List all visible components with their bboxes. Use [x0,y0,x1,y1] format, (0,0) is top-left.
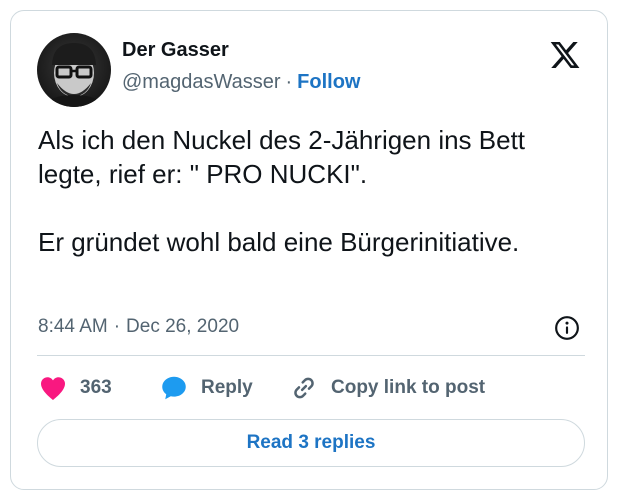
copy-link-button[interactable]: Copy link to post [289,373,485,403]
timestamp[interactable]: 8:44 AM · Dec 26, 2020 [38,316,239,338]
like-count: 363 [80,377,112,398]
heart-icon [41,377,65,400]
divider [37,355,585,356]
tweet-date: Dec 26, 2020 [126,316,240,337]
link-icon [294,377,314,399]
handle-separator: · [285,71,293,93]
speech-bubble-icon [162,376,186,400]
like-button[interactable]: 363 [38,373,112,403]
x-logo-icon[interactable] [549,39,581,71]
read-replies-button[interactable]: Read 3 replies [37,419,585,467]
follow-button[interactable]: Follow [297,71,360,94]
info-icon[interactable] [554,315,580,341]
author-name[interactable]: Der Gasser [122,39,229,62]
avatar[interactable] [37,33,111,107]
author-handle[interactable]: @magdasWasser [122,71,281,94]
tweet-time: 8:44 AM [38,316,108,337]
copy-link-label: Copy link to post [331,377,486,398]
reply-label: Reply [201,377,253,398]
tweet-paragraph-1: Als ich den Nuckel des 2-Jährigen ins Be… [38,125,526,189]
tweet-card: Der Gasser @magdasWasser · Follow Als ic… [10,10,608,490]
tweet-paragraph-2: Er gründet wohl bald eine Bürgerinitiati… [38,227,520,257]
reply-button[interactable]: Reply [159,373,253,403]
handle-row: @magdasWasser · Follow [122,71,361,94]
tweet-text: Als ich den Nuckel des 2-Jährigen ins Be… [38,123,588,259]
timestamp-separator: · [113,316,121,337]
